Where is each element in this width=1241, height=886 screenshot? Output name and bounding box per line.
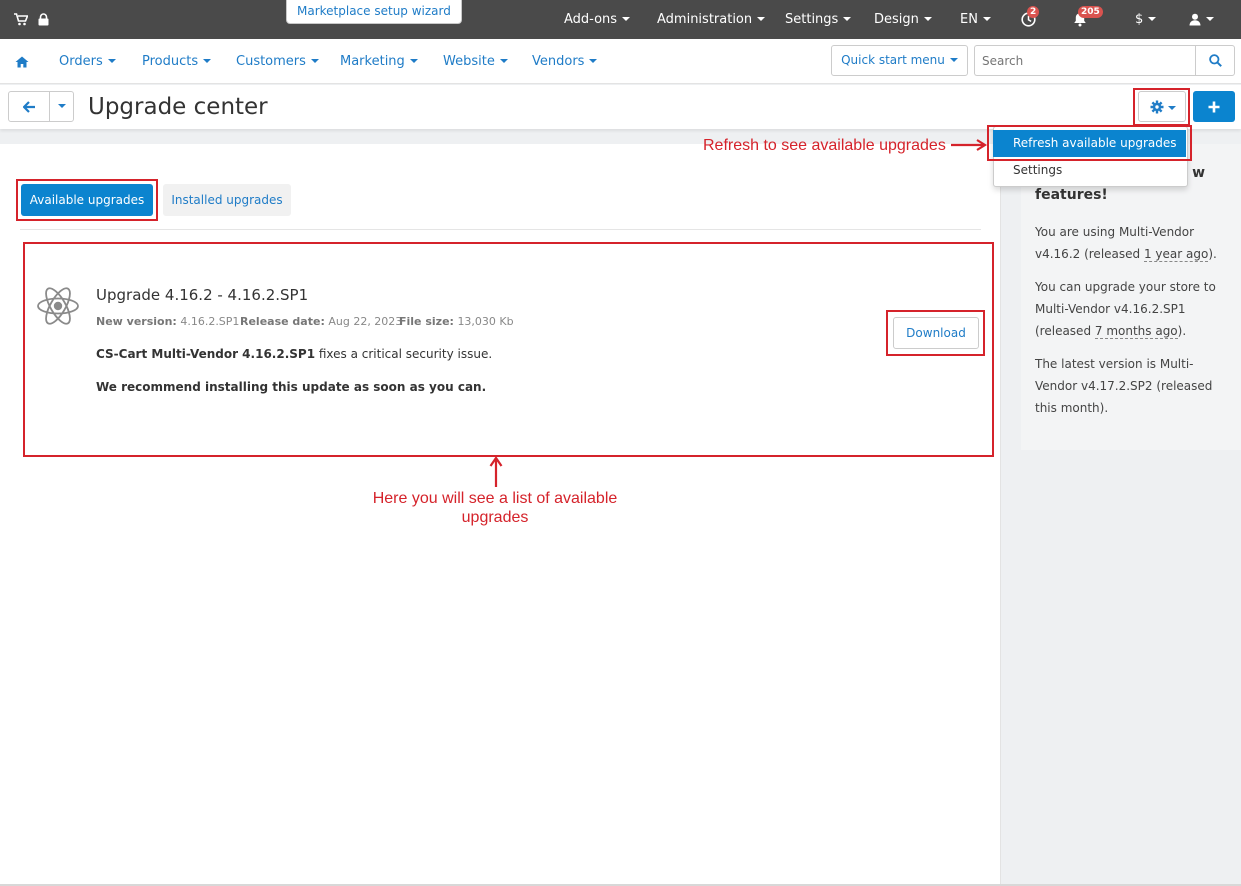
- chevron-down-icon: [499, 58, 508, 63]
- menu-administration[interactable]: Administration: [657, 0, 766, 39]
- menu-settings-label: Settings: [785, 12, 839, 27]
- home-icon[interactable]: [15, 39, 29, 84]
- clock-badge: 2: [1027, 6, 1040, 18]
- add-button[interactable]: [1193, 91, 1235, 122]
- currency-label: $: [1135, 12, 1144, 27]
- nav-orders[interactable]: Orders: [59, 39, 116, 84]
- current-version-end: ).: [1208, 247, 1217, 261]
- arrow-up-icon: [489, 456, 503, 487]
- menu-addons[interactable]: Add-ons: [564, 0, 631, 39]
- arrow-left-icon: [23, 101, 35, 113]
- menu-language-label: EN: [960, 12, 978, 27]
- annotation-box-gear: [1133, 88, 1190, 126]
- search-input[interactable]: [974, 45, 1196, 76]
- upgrade-version-age: 7 months ago: [1094, 324, 1178, 339]
- chevron-down-icon: [622, 16, 631, 21]
- nav-marketing-label: Marketing: [340, 54, 405, 69]
- nav-website-label: Website: [443, 54, 495, 69]
- user-icon: [1189, 13, 1201, 26]
- chevron-down-icon: [57, 103, 66, 108]
- chevron-down-icon: [1148, 16, 1157, 21]
- sidebar-latest-version: The latest version is Multi-Vendor v4.17…: [1035, 357, 1213, 415]
- cart-icon[interactable]: [14, 0, 29, 39]
- menu-settings[interactable]: Settings: [785, 0, 852, 39]
- nav-products[interactable]: Products: [142, 39, 212, 84]
- annotation-box-upgrade-list: [23, 242, 994, 457]
- nav-marketing[interactable]: Marketing: [340, 39, 418, 84]
- chevron-down-icon: [203, 58, 212, 63]
- back-button[interactable]: [8, 91, 50, 122]
- history-dropdown-button[interactable]: [49, 91, 74, 122]
- menu-user[interactable]: [1189, 0, 1214, 39]
- nav-customers[interactable]: Customers: [236, 39, 319, 84]
- nav-vendors[interactable]: Vendors: [532, 39, 598, 84]
- annotation-box-download: [886, 310, 985, 356]
- annotation-box-refresh: [987, 125, 1192, 161]
- menu-administration-label: Administration: [657, 12, 753, 27]
- nav-products-label: Products: [142, 54, 199, 69]
- menu-language[interactable]: EN: [960, 0, 991, 39]
- menu-addons-label: Add-ons: [564, 12, 618, 27]
- annotation-list-text: Here you will see a list of available up…: [345, 489, 645, 527]
- chevron-down-icon: [923, 16, 932, 21]
- search-icon: [1209, 54, 1222, 67]
- sidebar-current-version: You are using Multi-Vendor v4.16.2 (rele…: [1035, 221, 1231, 265]
- annotation-box-available-tab: [16, 179, 158, 221]
- sidebar-upgrade-version: You can upgrade your store to Multi-Vend…: [1035, 276, 1231, 342]
- tab-installed-upgrades[interactable]: Installed upgrades: [163, 184, 291, 216]
- nav-customers-label: Customers: [236, 54, 306, 69]
- chevron-down-icon: [843, 16, 852, 21]
- chevron-down-icon: [310, 58, 319, 63]
- tabs-divider: [20, 229, 981, 230]
- lock-icon[interactable]: [38, 0, 49, 39]
- annotation-list-line2: upgrades: [461, 509, 529, 526]
- nav-vendors-label: Vendors: [532, 54, 585, 69]
- chevron-down-icon: [409, 58, 418, 63]
- chevron-down-icon: [982, 16, 991, 21]
- marketplace-setup-wizard-link[interactable]: Marketplace setup wizard: [286, 0, 462, 24]
- current-version-age: 1 year ago: [1143, 247, 1209, 262]
- page-title-bar: Upgrade center: [0, 85, 1241, 129]
- main-nav-bar: Orders Products Customers Marketing Webs…: [0, 39, 1241, 84]
- menu-design-label: Design: [874, 12, 919, 27]
- chevron-down-icon: [589, 58, 598, 63]
- plus-icon: [1208, 101, 1220, 113]
- annotation-refresh-text: Refresh to see available upgrades: [703, 137, 946, 154]
- arrow-right-icon: [951, 139, 988, 151]
- menu-currency[interactable]: $: [1135, 0, 1157, 39]
- quick-start-label: Quick start menu: [841, 53, 945, 67]
- upgrade-version-end: ).: [1177, 324, 1187, 338]
- annotation-list-line1: Here you will see a list of available: [372, 490, 618, 507]
- chevron-down-icon: [949, 57, 958, 62]
- nav-orders-label: Orders: [59, 54, 103, 69]
- search-button[interactable]: [1195, 45, 1235, 76]
- notifications-badge: 205: [1078, 6, 1103, 18]
- quick-start-menu-button[interactable]: Quick start menu: [831, 45, 968, 76]
- page-title: Upgrade center: [88, 94, 268, 120]
- menu-design[interactable]: Design: [874, 0, 932, 39]
- chevron-down-icon: [107, 58, 116, 63]
- settings-menu-item[interactable]: Settings: [1013, 161, 1062, 179]
- sidebar-heading-line2: features!: [1035, 187, 1108, 203]
- top-admin-bar: Add-ons Administration Settings Design E…: [0, 0, 1241, 39]
- chevron-down-icon: [757, 16, 766, 21]
- nav-website[interactable]: Website: [443, 39, 508, 84]
- chevron-down-icon: [1206, 16, 1214, 21]
